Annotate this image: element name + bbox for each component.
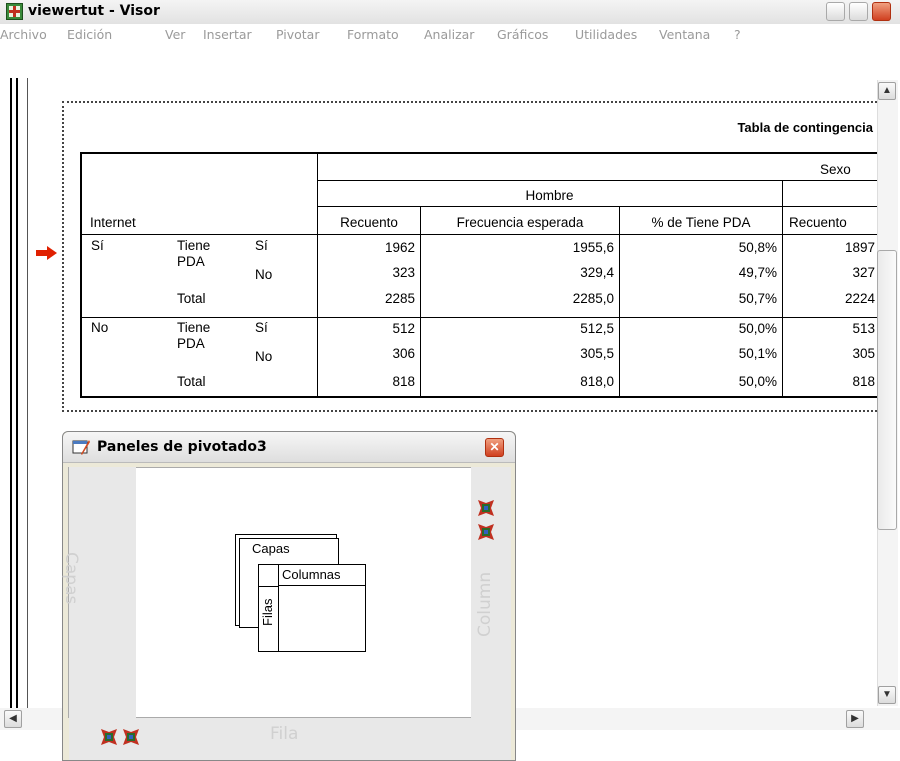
outline-divider[interactable] <box>27 78 28 708</box>
diagram-rows-label: Filas <box>260 598 275 626</box>
table-cell: 2224 <box>844 291 875 306</box>
diagram-columns-label: Columnas <box>282 567 341 582</box>
pivot-icon[interactable] <box>123 729 139 745</box>
row-label-cat: No <box>255 267 273 282</box>
row-label-cat: Sí <box>255 238 268 253</box>
table-cell: 327 <box>852 265 875 280</box>
sub-header-hombre: Hombre <box>525 188 574 203</box>
viewer-icon <box>6 3 23 20</box>
menu-help[interactable]: ? <box>734 27 741 42</box>
table-rule <box>782 180 783 397</box>
row-label-internet-no: No <box>91 320 109 335</box>
pivot-icon <box>72 440 90 455</box>
diagram-layers-label: Capas <box>252 541 290 556</box>
pivot-title: Paneles de pivotado3 <box>97 439 267 455</box>
menu-utilidades[interactable]: Utilidades <box>575 27 637 42</box>
col-header-recuento-2: Recuento <box>789 215 847 230</box>
menu-pivotar[interactable]: Pivotar <box>276 27 319 42</box>
table-cell: 50,1% <box>738 346 777 361</box>
table-cell: 50,7% <box>738 291 777 306</box>
current-row-arrow-icon <box>36 246 57 260</box>
pivot-title-bar[interactable]: Paneles de pivotado3 ✕ <box>63 432 515 463</box>
table-cell: 305 <box>852 346 875 361</box>
outline-pane-border <box>10 78 18 708</box>
menu-ver[interactable]: Ver <box>165 27 185 42</box>
table-cell: 818 <box>392 374 415 389</box>
scroll-down-button[interactable]: ▼ <box>878 686 896 704</box>
pivot-icon[interactable] <box>101 729 117 745</box>
table-cell: 50,0% <box>738 374 777 389</box>
table-rule <box>317 206 877 207</box>
scroll-right-button[interactable]: ▶ <box>846 710 864 728</box>
table-cell: 1955,6 <box>572 240 614 255</box>
menu-graficos[interactable]: Gráficos <box>497 27 548 42</box>
pivot-close-button[interactable]: ✕ <box>485 438 504 457</box>
columns-tray-label: Column <box>475 571 495 637</box>
minimize-button[interactable] <box>826 2 845 21</box>
table-cell: 818,0 <box>580 374 614 389</box>
pivot-icon[interactable] <box>478 524 494 540</box>
row-var-header: Internet <box>90 215 136 230</box>
col-header-frecuencia: Frecuencia esperada <box>456 215 584 230</box>
table-cell: 306 <box>392 346 415 361</box>
viewer-window: viewertut - Visor Archivo Edición Ver In… <box>0 0 900 761</box>
table-cell: 50,8% <box>738 240 777 255</box>
table-cell: 1897 <box>844 240 875 255</box>
row-label-total: Total <box>177 374 206 389</box>
table-cell: 512,5 <box>580 321 614 336</box>
row-label-cat: Sí <box>255 320 268 335</box>
col-header-pct: % de Tiene PDA <box>651 215 751 230</box>
table-cell: 323 <box>392 265 415 280</box>
table-rule <box>80 234 877 235</box>
table-rule <box>80 317 877 318</box>
menu-edicion[interactable]: Edición <box>67 27 112 42</box>
row-label-cat: No <box>255 349 273 364</box>
scroll-up-button[interactable]: ▲ <box>878 82 896 100</box>
table-cell: 2285,0 <box>572 291 614 306</box>
window-title: viewertut - Visor <box>28 3 160 19</box>
table-cell: 329,4 <box>580 265 614 280</box>
table-cell: 818 <box>852 374 875 389</box>
maximize-button[interactable] <box>849 2 868 21</box>
table-cell: 1962 <box>384 240 415 255</box>
menu-bar: Archivo Edición Ver Insertar Pivotar For… <box>0 24 900 46</box>
menu-archivo[interactable]: Archivo <box>0 27 47 42</box>
table-cell: 513 <box>852 321 875 336</box>
row-label-var: PDA <box>177 336 205 351</box>
table-rule <box>317 180 877 181</box>
table-cell: 512 <box>392 321 415 336</box>
rows-tray-label: Fila <box>270 724 299 744</box>
table-cell: 305,5 <box>580 346 614 361</box>
menu-insertar[interactable]: Insertar <box>203 27 252 42</box>
layers-tray-label: Capas <box>61 552 81 605</box>
row-label-var: PDA <box>177 254 205 269</box>
table-bottom-rule <box>80 396 877 398</box>
title-bar: viewertut - Visor <box>0 0 900 25</box>
table-title: Tabla de contingencia <box>737 120 873 135</box>
table-cell: 50,0% <box>738 321 777 336</box>
scroll-left-button[interactable]: ◀ <box>4 710 22 728</box>
group-header-sexo: Sexo <box>820 162 851 177</box>
table-top-rule <box>80 152 877 154</box>
vertical-scroll-thumb[interactable] <box>877 250 897 530</box>
pivoting-trays-window: Paneles de pivotado3 ✕ Capas Column Fila <box>61 431 516 761</box>
row-label-var: Tiene <box>177 238 211 253</box>
col-header-recuento: Recuento <box>340 215 398 230</box>
pivot-icon[interactable] <box>478 500 494 516</box>
menu-ventana[interactable]: Ventana <box>659 27 710 42</box>
row-label-var: Tiene <box>177 320 211 335</box>
row-label-internet-si: Sí <box>91 238 104 253</box>
menu-analizar[interactable]: Analizar <box>424 27 474 42</box>
table-left-rule <box>80 152 82 397</box>
table-cell: 2285 <box>384 291 415 306</box>
close-button[interactable] <box>872 2 891 21</box>
row-label-total: Total <box>177 291 206 306</box>
menu-formato[interactable]: Formato <box>347 27 399 42</box>
table-cell: 49,7% <box>738 265 777 280</box>
